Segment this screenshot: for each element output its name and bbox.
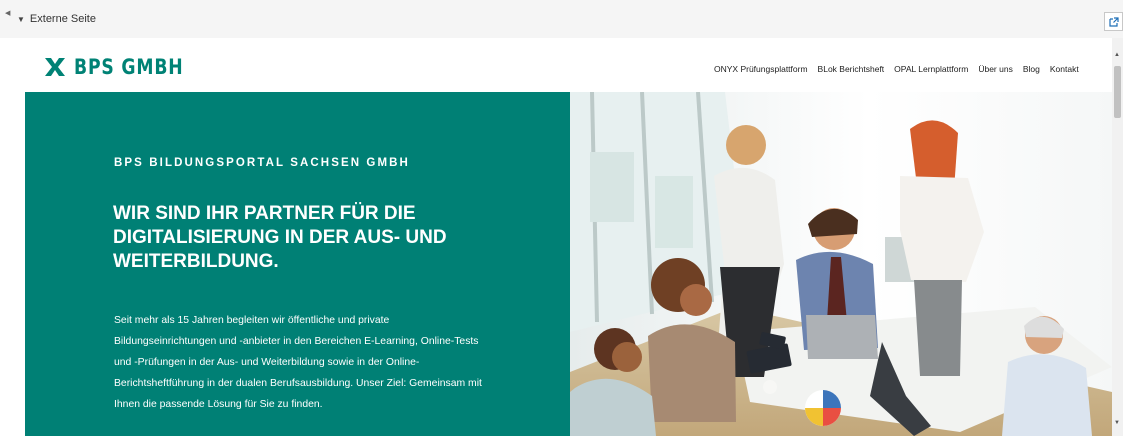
scroll-up-icon[interactable]: ▲ [1114,52,1120,58]
nav-contact[interactable]: Kontakt [1050,64,1079,74]
page-scrollbar[interactable]: ▲ ▼ [1112,38,1123,436]
hero-headline: WIR SIND IHR PARTNER FÜR DIE DIGITALISIE… [113,203,447,272]
caret-down-icon: ▼ [17,14,25,24]
brand-name: BPS GMBH [74,55,184,79]
scroll-down-icon[interactable]: ▼ [1114,420,1120,426]
website-frame: BPS GMBH ONYX Prüfungsplattform BLok Ber… [0,38,1112,436]
hero-panel: BPS BILDUNGSPORTAL SACHSEN GMBH WIR SIND… [25,92,570,436]
bps-logo-icon [45,58,65,76]
external-page-label: Externe Seite [29,13,96,25]
team-meeting-photo [570,92,1112,436]
brand-logo[interactable]: BPS GMBH [43,55,208,79]
nav-about[interactable]: Über uns [978,64,1013,74]
nav-opal[interactable]: OPAL Lernplattform [894,64,968,74]
collapse-left-icon[interactable]: ◀ [5,9,10,17]
scroll-thumb[interactable] [1114,66,1121,118]
hero-eyebrow: BPS BILDUNGSPORTAL SACHSEN GMBH [114,157,410,169]
nav-blog[interactable]: Blog [1023,64,1040,74]
external-page-toggle[interactable]: ▼ Externe Seite [17,13,96,25]
external-link-icon [1108,16,1119,27]
nav-blok[interactable]: BLok Berichtsheft [818,64,885,74]
external-page-bar: ◀ ▼ Externe Seite [0,0,1123,38]
site-header: BPS GMBH ONYX Prüfungsplattform BLok Ber… [0,38,1112,92]
open-external-button[interactable] [1104,12,1123,31]
nav-onyx[interactable]: ONYX Prüfungsplattform [714,64,808,74]
hero-description: Seit mehr als 15 Jahren begleiten wir öf… [114,315,482,410]
main-navigation: ONYX Prüfungsplattform BLok Berichtsheft… [714,64,1079,74]
